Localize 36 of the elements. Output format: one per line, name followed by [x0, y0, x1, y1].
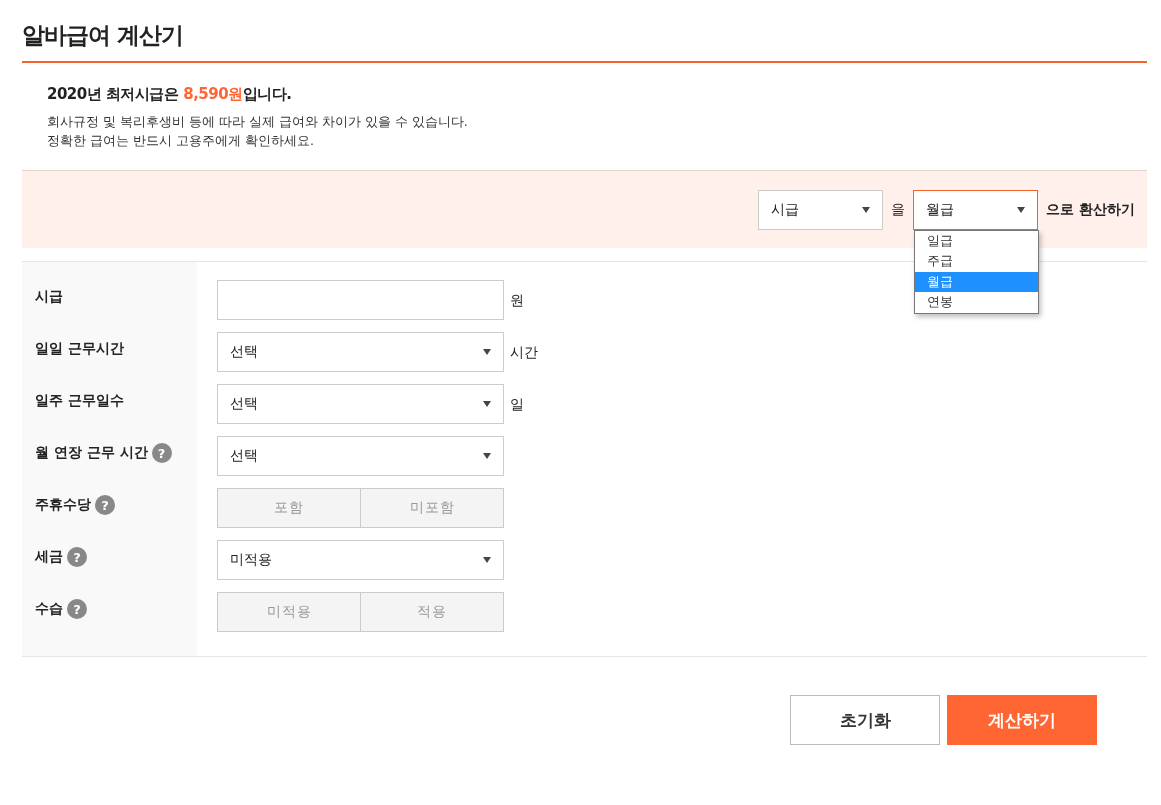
help-icon[interactable]: ?	[67, 599, 87, 619]
dropdown-option[interactable]: 주급	[915, 251, 1039, 272]
field-label: 일주 근무일수	[35, 392, 124, 410]
caret-icon	[483, 452, 491, 460]
unit-label: 시간	[510, 343, 538, 362]
help-icon[interactable]: ?	[151, 443, 172, 463]
field-label: 세금	[35, 548, 63, 566]
convert-label: 으로 환산하기	[1046, 200, 1135, 219]
caret-icon	[483, 348, 491, 356]
caret-icon	[483, 556, 491, 564]
reset-button[interactable]: 초기화	[790, 695, 940, 745]
select-field[interactable]: 선택	[217, 436, 504, 476]
notice-text: 정확한 급여는 반드시 고용주에게 확인하세요.	[47, 132, 315, 150]
minimum-wage-headline: 2020년 최저시급은 8,590원입니다.	[47, 85, 293, 104]
select-field[interactable]: 미적용	[217, 540, 504, 580]
field-label: 시급	[35, 288, 63, 306]
field-label: 일일 근무시간	[35, 340, 124, 358]
notice-text: 회사규정 및 복리후생비 등에 따라 실제 급여와 차이가 있을 수 있습니다.	[47, 113, 469, 131]
help-icon[interactable]: ?	[95, 495, 115, 515]
from-select[interactable]: 시급	[758, 189, 884, 230]
select-field[interactable]: 선택	[217, 384, 504, 424]
field-label: 수습	[35, 600, 63, 618]
caret-icon	[483, 400, 491, 408]
dropdown-option[interactable]: 일급	[915, 230, 1039, 251]
select-field[interactable]: 선택	[217, 332, 504, 372]
unit-label: 원	[510, 291, 524, 310]
field-label: 주휴수당	[35, 496, 91, 514]
page-title: 알바급여 계산기	[22, 21, 184, 50]
dropdown-option[interactable]: 연봉	[915, 292, 1039, 313]
help-icon[interactable]: ?	[67, 547, 87, 567]
caret-icon	[862, 205, 871, 214]
particle-text: 을	[891, 200, 906, 219]
unit-label: 일	[510, 395, 524, 414]
field-label: 월 연장 근무 시간	[35, 444, 148, 462]
hourly-wage-field[interactable]	[217, 280, 504, 320]
caret-icon	[1017, 205, 1026, 214]
